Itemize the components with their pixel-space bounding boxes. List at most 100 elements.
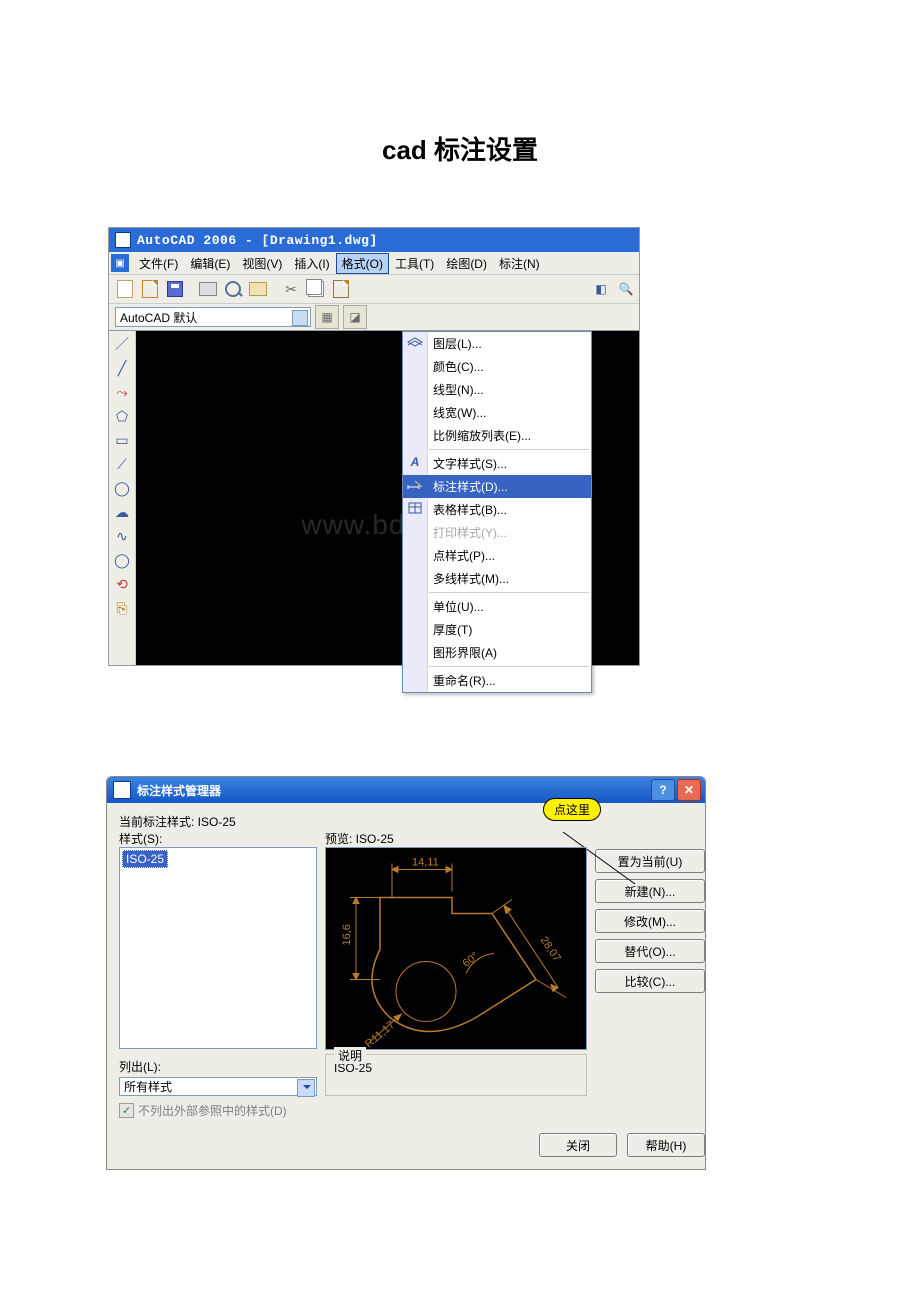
modify-button[interactable]: 修改(M)... [595,909,705,933]
pline-tool[interactable]: ⤳ [113,383,131,401]
dim-angle-value: 60° [460,950,481,970]
menu-tablestyle[interactable]: 表格样式(B)... [403,498,591,521]
standard-toolbar: ✂ ◧ 🔍 [109,275,639,304]
menu-dimstyle[interactable]: 标注样式(D)... [403,475,591,498]
polygon-tool[interactable]: ⬠ [113,407,131,425]
list-combo-value: 所有样式 [124,1078,172,1095]
menu-pointstyle[interactable]: 点样式(P)... [403,544,591,567]
new-button[interactable] [113,277,137,301]
menu-format[interactable]: 格式(O) [336,253,389,274]
drawing-canvas[interactable]: www.bdocx.com 图层(L)... 颜色(C)... 线型(N)...… [136,331,639,665]
layer-manager-button[interactable]: ▦ [315,305,339,329]
help-button[interactable]: ? [651,779,675,801]
menu-plotstyle: 打印样式(Y)... [403,521,591,544]
line-tool[interactable]: ／ [113,335,131,353]
menu-separator [429,592,589,593]
copy-button[interactable] [304,277,328,301]
menu-limits[interactable]: 图形界限(A) [403,641,591,664]
menu-thickness[interactable]: 厚度(T) [403,618,591,641]
override-button[interactable]: 替代(O)... [595,939,705,963]
layers-icon: ▦ [321,310,332,324]
printer-icon [199,282,217,296]
paste-button[interactable] [329,277,353,301]
ellipse-arc-tool[interactable]: ⟲ [113,575,131,593]
close-window-button[interactable]: ✕ [677,779,701,801]
insert-block-tool[interactable]: ⎘ [113,599,131,617]
menu-file[interactable]: 文件(F) [133,253,184,274]
close-button[interactable]: 关闭 [539,1133,617,1157]
dialog-icon [113,781,131,799]
zoom-button[interactable]: 🔍 [614,277,638,301]
menu-draw[interactable]: 绘图(D) [440,253,493,274]
help-dialog-button[interactable]: 帮助(H) [627,1133,705,1157]
revcloud-tool[interactable]: ☁ [113,503,131,521]
compare-button[interactable]: 比较(C)... [595,969,705,993]
chevron-down-icon [296,314,304,322]
menu-textstyle[interactable]: A 文字样式(S)... [403,452,591,475]
arc-tool[interactable]: ⟋ [113,455,131,473]
menu-units[interactable]: 单位(U)... [403,595,591,618]
hide-xrefs-checkbox: ✓ [119,1103,134,1118]
styles-listbox[interactable]: ISO-25 [119,847,317,1049]
menu-separator [429,666,589,667]
menu-multiline[interactable]: 多线样式(M)... [403,567,591,590]
style-item-iso25[interactable]: ISO-25 [122,850,168,868]
menu-view[interactable]: 视图(V) [236,253,288,274]
publish-icon [249,282,267,296]
scissors-icon: ✂ [285,281,297,298]
preview-button[interactable] [221,277,245,301]
menu-lineweight[interactable]: 线宽(W)... [403,401,591,424]
menu-dimension[interactable]: 标注(N) [493,253,546,274]
print-button[interactable] [196,277,220,301]
system-menu-icon[interactable]: ▣ [111,254,129,272]
open-file-icon [142,280,158,298]
dialog-body: 当前标注样式: ISO-25 样式(S): ISO-25 列出(L): 所有样式… [107,803,705,1169]
current-style-label: 当前标注样式: ISO-25 [119,813,317,830]
magnify-icon [225,281,241,297]
menu-color[interactable]: 颜色(C)... [403,355,591,378]
pan-icon: ◧ [595,282,606,296]
menu-layer-label: 图层(L)... [433,337,482,351]
menu-insert[interactable]: 插入(I) [288,253,335,274]
draw-toolbar: ／ ╱ ⤳ ⬠ ▭ ⟋ ◯ ☁ ∿ ◯ ⟲ ⎘ [109,331,136,665]
menu-layer[interactable]: 图层(L)... [403,332,591,355]
preview-label-row: 预览: ISO-25 点这里 [325,830,587,847]
xline-tool[interactable]: ╱ [113,359,131,377]
chevron-down-icon [303,1085,311,1093]
menu-tools[interactable]: 工具(T) [389,253,440,274]
menu-dimstyle-label: 标注样式(D)... [433,480,508,494]
save-icon [167,281,183,297]
open-button[interactable] [138,277,162,301]
pan-button[interactable]: ◧ [589,277,613,301]
cut-button[interactable]: ✂ [279,277,303,301]
ellipse-tool[interactable]: ◯ [113,551,131,569]
menu-rename[interactable]: 重命名(R)... [403,669,591,692]
publish-button[interactable] [246,277,270,301]
work-area: ／ ╱ ⤳ ⬠ ▭ ⟋ ◯ ☁ ∿ ◯ ⟲ ⎘ www.bdocx.com [109,331,639,665]
menu-linetype[interactable]: 线型(N)... [403,378,591,401]
menu-scalelist[interactable]: 比例缩放列表(E)... [403,424,591,447]
menu-bar: ▣ 文件(F) 编辑(E) 视图(V) 插入(I) 格式(O) 工具(T) 绘图… [109,252,639,275]
paste-icon [333,280,349,298]
layer-previous-icon: ◪ [349,310,360,324]
dim-aligned-value: 28,07 [538,934,563,964]
hide-xrefs-label: 不列出外部参照中的样式(D) [138,1102,287,1119]
description-text: ISO-25 [334,1061,578,1087]
layer-combo[interactable]: AutoCAD 默认 [115,307,311,327]
description-group: 说明 ISO-25 [325,1054,587,1119]
list-combo[interactable]: 所有样式 [119,1077,317,1096]
copy-icon [308,281,324,297]
layer-previous-button[interactable]: ◪ [343,305,367,329]
dialog-title: 标注样式管理器 [137,782,221,799]
dim-top-value: 14,11 [412,857,439,869]
save-button[interactable] [163,277,187,301]
dim-radius-value: R11,17 [363,1019,397,1049]
menu-edit[interactable]: 编辑(E) [184,253,236,274]
zoom-icon: 🔍 [619,282,634,296]
dialog-bottom-buttons: 关闭 帮助(H) [325,1133,705,1157]
circle-tool[interactable]: ◯ [113,479,131,497]
spline-tool[interactable]: ∿ [113,527,131,545]
rect-tool[interactable]: ▭ [113,431,131,449]
callout-badge: 点这里 [543,798,601,821]
window-titlebar: AutoCAD 2006 - [Drawing1.dwg] [109,228,639,252]
